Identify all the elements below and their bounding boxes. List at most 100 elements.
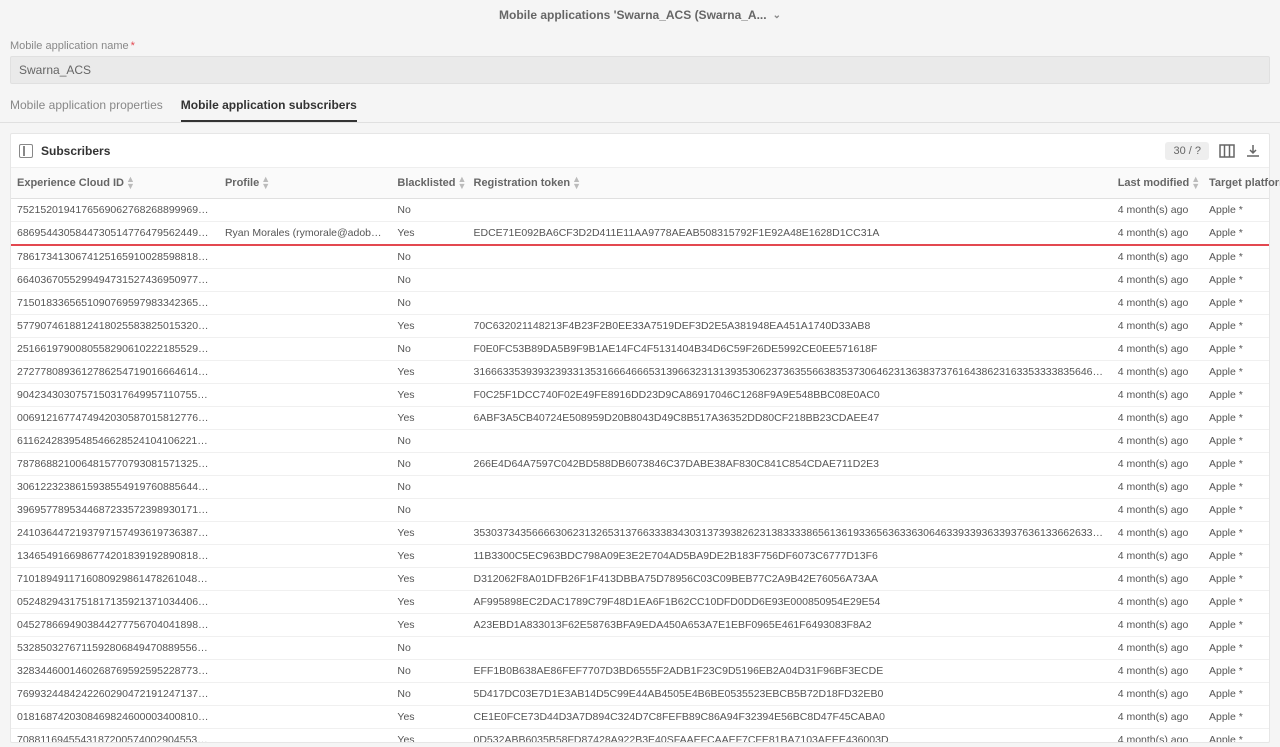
table-row[interactable]: 04527866949038442777567040418985724169 Ye… — [11, 614, 1269, 637]
table-row[interactable]: 78786882100648157707930815713251068810 No… — [11, 453, 1269, 476]
cell-token: EFF1B0B638AE86FEF7707D3BD6555F2ADB1F23C9… — [468, 660, 1112, 683]
cell-id: 53285032767115928068494708895569340790 — [11, 637, 219, 660]
cell-mod: 4 month(s) ago — [1112, 269, 1203, 292]
cell-token: 70C632021148213F4B23F2B0EE33A7519DEF3D2E… — [468, 315, 1112, 338]
table-row[interactable]: 76993244842422602904721912471374707352No… — [11, 683, 1269, 706]
col-header-platform[interactable]: Target platform▲▼ — [1203, 168, 1269, 199]
cell-blk: Yes — [391, 706, 467, 729]
cell-profile — [219, 315, 391, 338]
table-row[interactable]: 3969577895344687233572398930171367013No4… — [11, 499, 1269, 522]
table-row[interactable]: 24103644721937971574936197363873754436Ye… — [11, 522, 1269, 545]
cell-id: 25166197900805582906102221855290033888 — [11, 338, 219, 361]
cell-token: A23EBD1A833013F62E58763BFA9EDA450A653A7E… — [468, 614, 1112, 637]
cell-mod: 4 month(s) ago — [1112, 729, 1203, 743]
table-row[interactable]: 75215201941765690627682688999694258174No… — [11, 199, 1269, 222]
cell-id: 70881169455431872005740029045535507422 — [11, 729, 219, 743]
cell-mod: 4 month(s) ago — [1112, 591, 1203, 614]
table-row[interactable]: 00691216774749420305870158127769548201Ye… — [11, 407, 1269, 430]
table-row[interactable]: 70881169455431872005740029045535507422 Ye… — [11, 729, 1269, 743]
panel-title: Subscribers — [41, 144, 110, 158]
cell-plat: Apple * — [1203, 430, 1269, 453]
table-row[interactable]: 9042343030757150317649957110755662978Yes… — [11, 384, 1269, 407]
cell-mod: 4 month(s) ago — [1112, 430, 1203, 453]
cell-token: AF995898EC2DAC1789C79F48D1EA6F1B62CC10DF… — [468, 591, 1112, 614]
table-row[interactable]: 66403670552994947315274369509775929490No… — [11, 269, 1269, 292]
table-row[interactable]: 6116242839548546628524104106221908192 No 4… — [11, 430, 1269, 453]
cell-blk: No — [391, 453, 467, 476]
cell-profile — [219, 706, 391, 729]
cell-blk: No — [391, 637, 467, 660]
cell-token — [468, 637, 1112, 660]
panel-icon — [19, 144, 33, 158]
cell-id: 78786882100648157707930815713251068810 — [11, 453, 219, 476]
cell-mod: 4 month(s) ago — [1112, 292, 1203, 315]
cell-mod: 4 month(s) ago — [1112, 706, 1203, 729]
breadcrumb[interactable]: Mobile applications 'Swarna_ACS (Swarna_… — [0, 0, 1280, 30]
col-header-token[interactable]: Registration token▲▼ — [468, 168, 1112, 199]
table-row[interactable]: 53285032767115928068494708895569340790 No… — [11, 637, 1269, 660]
cell-mod: 4 month(s) ago — [1112, 545, 1203, 568]
cell-blk: No — [391, 430, 467, 453]
table-row[interactable]: 68695443058447305147764795624494577625Ry… — [11, 222, 1269, 246]
cell-mod: 4 month(s) ago — [1112, 568, 1203, 591]
cell-plat: Apple * — [1203, 361, 1269, 384]
cell-mod: 4 month(s) ago — [1112, 384, 1203, 407]
table-row[interactable]: 01816874203084698246000034008107015784 Ye… — [11, 706, 1269, 729]
cell-profile — [219, 522, 391, 545]
cell-plat: Apple * — [1203, 315, 1269, 338]
cell-token: 3166633539393239331353166646665313966323… — [468, 361, 1112, 384]
tabs: Mobile application properties Mobile app… — [0, 84, 1280, 123]
cell-blk: Yes — [391, 384, 467, 407]
tab-subscribers[interactable]: Mobile application subscribers — [181, 98, 357, 122]
tab-properties[interactable]: Mobile application properties — [10, 98, 163, 122]
cell-mod: 4 month(s) ago — [1112, 199, 1203, 222]
app-name-input[interactable] — [10, 56, 1270, 84]
subscribers-table: Experience Cloud ID▲▼ Profile▲▼ Blacklis… — [11, 168, 1269, 199]
cell-mod: 4 month(s) ago — [1112, 245, 1203, 269]
cell-profile — [219, 729, 391, 743]
cell-token: D312062F8A01DFB26F1F413DBBA75D78956C03C0… — [468, 568, 1112, 591]
cell-mod: 4 month(s) ago — [1112, 338, 1203, 361]
cell-token: 11B3300C5EC963BDC798A09E3E2E704AD5BA9DE2… — [468, 545, 1112, 568]
cell-plat: Apple * — [1203, 568, 1269, 591]
cell-token — [468, 199, 1112, 222]
table-row[interactable]: 30612232386159385549197608856449838430No… — [11, 476, 1269, 499]
pager[interactable]: 30 / ? — [1165, 142, 1209, 160]
cell-plat: Apple * — [1203, 407, 1269, 430]
cell-blk: Yes — [391, 729, 467, 743]
cell-id: 04527866949038442777567040418985724169 — [11, 614, 219, 637]
cell-blk: Yes — [391, 545, 467, 568]
table-row[interactable]: 05248294317518171359213710344068306001Ye… — [11, 591, 1269, 614]
col-header-blacklisted[interactable]: Blacklisted▲▼ — [391, 168, 467, 199]
cell-mod: 4 month(s) ago — [1112, 683, 1203, 706]
cell-blk: Yes — [391, 222, 467, 246]
table-row[interactable]: 71018949117160809298614782610482585222Ye… — [11, 568, 1269, 591]
cell-profile: Ryan Morales (rymorale@adobe.com) — [219, 222, 391, 246]
cell-mod: 4 month(s) ago — [1112, 222, 1203, 246]
cell-id: 3969577895344687233572398930171367013 — [11, 499, 219, 522]
columns-icon[interactable] — [1219, 143, 1235, 159]
table-row[interactable]: 27277808936127862547190166646149393107Ye… — [11, 361, 1269, 384]
cell-profile — [219, 453, 391, 476]
cell-profile — [219, 683, 391, 706]
table-row[interactable]: 71501833656510907695979833423654306596No… — [11, 292, 1269, 315]
col-header-profile[interactable]: Profile▲▼ — [219, 168, 391, 199]
cell-blk: No — [391, 660, 467, 683]
cell-token — [468, 245, 1112, 269]
download-icon[interactable] — [1245, 143, 1261, 159]
cell-blk: No — [391, 199, 467, 222]
cell-id: 01816874203084698246000034008107015784 — [11, 706, 219, 729]
col-header-id[interactable]: Experience Cloud ID▲▼ — [11, 168, 219, 199]
col-header-modified[interactable]: Last modified▲▼ — [1112, 168, 1203, 199]
cell-blk: Yes — [391, 407, 467, 430]
cell-profile — [219, 614, 391, 637]
cell-id: 6116242839548546628524104106221908192 — [11, 430, 219, 453]
table-row[interactable]: 13465491669867742018391928908187827003Ye… — [11, 545, 1269, 568]
table-row[interactable]: 78617341306741251659100285988183393683No… — [11, 245, 1269, 269]
table-row[interactable]: 5779074618812418025583825015320840235Yes… — [11, 315, 1269, 338]
cell-blk: Yes — [391, 614, 467, 637]
table-row[interactable]: 25166197900805582906102221855290033888No… — [11, 338, 1269, 361]
cell-id: 78617341306741251659100285988183393683 — [11, 245, 219, 269]
table-row[interactable]: 32834460014602687695925952287732450017No… — [11, 660, 1269, 683]
cell-mod: 4 month(s) ago — [1112, 637, 1203, 660]
